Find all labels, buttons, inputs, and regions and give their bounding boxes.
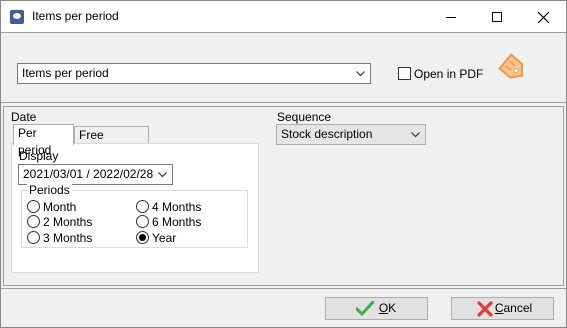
open-in-pdf-label[interactable]: Open in PDF bbox=[414, 67, 483, 81]
radio-2-months[interactable] bbox=[27, 215, 40, 228]
radio-month[interactable] bbox=[27, 200, 40, 213]
cancel-button[interactable]: Cancel bbox=[451, 297, 554, 320]
dialog-window: Items per period Items per period Open i… bbox=[0, 0, 567, 328]
radio-year-label[interactable]: Year bbox=[152, 231, 176, 245]
tag-icon bbox=[495, 51, 531, 88]
sequence-select-value: Stock description bbox=[281, 127, 373, 141]
radio-6-months-label[interactable]: 6 Months bbox=[152, 215, 201, 229]
date-label: Date bbox=[11, 110, 37, 124]
maximize-icon bbox=[492, 12, 502, 23]
minimize-button[interactable] bbox=[428, 1, 474, 32]
ok-mnemonic: O bbox=[378, 301, 389, 315]
title-bar[interactable]: Items per period bbox=[1, 1, 566, 32]
radio-4-months-label[interactable]: 4 Months bbox=[152, 200, 201, 214]
radio-3-months-label[interactable]: 3 Months bbox=[43, 231, 92, 245]
radio-4-months[interactable] bbox=[136, 200, 149, 213]
tab-per-period[interactable]: Per period bbox=[13, 124, 74, 157]
display-select[interactable]: 2021/03/01 / 2022/02/28 bbox=[18, 164, 173, 185]
close-button[interactable] bbox=[520, 1, 566, 32]
report-select[interactable]: Items per period bbox=[17, 63, 371, 84]
sequence-label: Sequence bbox=[277, 110, 332, 124]
report-select-value: Items per period bbox=[22, 66, 109, 80]
display-select-value: 2021/03/01 / 2022/02/28 bbox=[23, 167, 154, 181]
window-title: Items per period bbox=[32, 9, 119, 23]
radio-2-months-label[interactable]: 2 Months bbox=[43, 215, 92, 229]
close-icon bbox=[537, 11, 549, 23]
sequence-select[interactable]: Stock description bbox=[276, 124, 426, 145]
ok-label-rest: K bbox=[388, 301, 397, 315]
minimize-icon bbox=[446, 16, 456, 18]
chevron-down-icon bbox=[158, 172, 167, 180]
radio-3-months[interactable] bbox=[27, 231, 40, 244]
cancel-x-icon bbox=[477, 301, 493, 324]
chevron-down-icon bbox=[356, 71, 365, 79]
top-separator bbox=[1, 102, 566, 103]
chevron-down-icon bbox=[411, 132, 420, 140]
ok-button[interactable]: OK bbox=[325, 297, 428, 320]
app-icon bbox=[10, 10, 24, 24]
footer-separator bbox=[1, 288, 566, 289]
open-in-pdf-checkbox[interactable] bbox=[398, 67, 411, 80]
maximize-button[interactable] bbox=[474, 1, 520, 32]
titlebar-separator bbox=[1, 32, 566, 33]
checkmark-icon bbox=[355, 300, 375, 324]
radio-month-label[interactable]: Month bbox=[43, 200, 76, 214]
radio-year[interactable] bbox=[136, 231, 149, 244]
periods-label: Periods bbox=[27, 183, 72, 197]
cancel-label-rest: ancel bbox=[503, 301, 533, 315]
radio-6-months[interactable] bbox=[136, 215, 149, 228]
